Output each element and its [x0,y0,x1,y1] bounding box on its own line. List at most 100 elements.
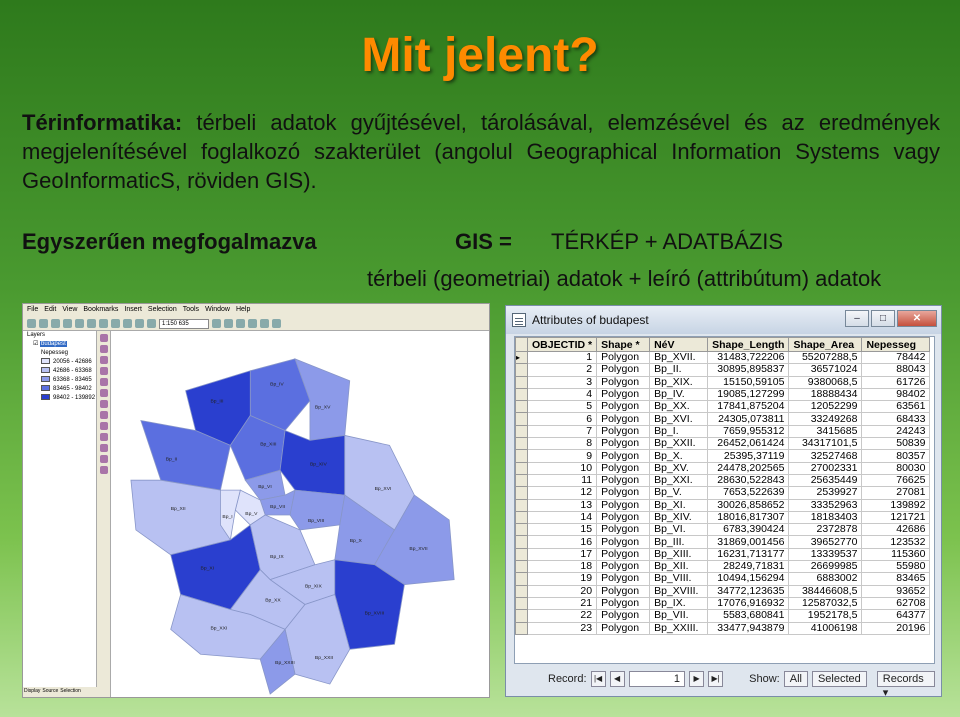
pan-icon[interactable] [99,378,108,386]
measure-icon[interactable] [99,455,108,463]
table-cell[interactable]: 19 [526,572,598,586]
table-cell[interactable]: Polygon [596,572,651,586]
table-cell[interactable]: Bp_XVI. [649,412,709,426]
row-selector[interactable]: ▸ [515,350,528,365]
row-selector[interactable] [515,424,528,439]
table-cell[interactable]: Polygon [596,461,651,475]
table-cell[interactable]: 20 [526,584,598,598]
table-cell[interactable]: 64377 [861,609,931,623]
copy-icon[interactable] [87,319,96,328]
table-row[interactable]: 22 Polygon Bp_VII. 5583,680841 1952178,5 6437… [515,609,931,623]
table-cell[interactable]: 17 [526,547,598,562]
table-cell[interactable]: 23 [526,621,598,635]
table-cell[interactable]: Polygon [596,486,651,500]
record-number-input[interactable]: 1 [628,671,686,687]
row-selector[interactable] [515,596,528,611]
table-cell[interactable]: 36571024 [788,363,863,377]
delete-icon[interactable] [111,319,120,328]
table-cell[interactable]: 10494,156294 [707,572,790,586]
table-row[interactable]: 11 Polygon Bp_XXI. 28630,522843 25635449 7662… [515,473,931,488]
table-cell[interactable]: Polygon [596,400,651,414]
row-selector[interactable] [515,510,528,525]
table-cell[interactable]: 33249268 [788,412,863,426]
save-icon[interactable] [51,319,60,328]
forward-icon[interactable] [99,411,108,419]
table-cell[interactable]: 24305,073811 [707,412,790,426]
table-cell[interactable]: 19085,127299 [707,387,790,402]
table-cell[interactable]: 16231,713177 [707,547,790,562]
table-cell[interactable]: Bp_X. [649,449,709,463]
next-record-icon[interactable]: ▶ [689,671,705,687]
table-cell[interactable]: 121721 [861,510,931,525]
table-row[interactable]: 2 Polygon Bp_II. 30895,895837 36571024 88043 [515,363,931,377]
table-cell[interactable]: 1 [526,350,598,365]
table-cell[interactable]: Polygon [596,363,651,377]
print-icon[interactable] [63,319,72,328]
table-cell[interactable]: Bp_XX. [649,400,709,414]
table-cell[interactable]: 6 [526,412,598,426]
table-cell[interactable]: Bp_IX. [649,596,709,611]
table-cell[interactable]: 11 [526,473,598,488]
table-cell[interactable]: 12587032,5 [788,596,863,611]
table-row[interactable]: 3 Polygon Bp_XIX. 15150,59105 9380068,5 61726 [515,375,931,389]
tab-selection[interactable]: Selection [60,688,81,696]
table-cell[interactable]: 27081 [861,486,931,500]
table-cell[interactable]: 42686 [861,523,931,537]
table-cell[interactable]: 13 [526,498,598,512]
table-cell[interactable]: 2539927 [788,486,863,500]
table-cell[interactable]: Polygon [596,449,651,463]
row-selector[interactable] [515,547,528,562]
fixed-zoom-out-icon[interactable] [99,367,108,375]
col-shape-length[interactable]: Shape_Length [707,337,790,352]
table-cell[interactable]: Bp_XXIII. [649,621,709,635]
table-cell[interactable]: Polygon [596,412,651,426]
table-cell[interactable]: 33352963 [788,498,863,512]
table-cell[interactable]: 28249,71831 [707,560,790,574]
toc-layers[interactable]: Layers [23,331,96,340]
menu-bookmarks[interactable]: Bookmarks [83,306,118,315]
table-cell[interactable]: Polygon [596,375,651,389]
table-cell[interactable]: Polygon [596,350,651,365]
table-cell[interactable]: 22 [526,609,598,623]
prev-record-icon[interactable]: ◀ [609,671,625,687]
table-cell[interactable]: 18016,817307 [707,510,790,525]
table-cell[interactable]: 24243 [861,424,931,439]
table-cell[interactable]: 15 [526,523,598,537]
table-cell[interactable]: Bp_XI. [649,498,709,512]
table-cell[interactable]: 30895,895837 [707,363,790,377]
table-cell[interactable]: Polygon [596,596,651,611]
table-cell[interactable]: Bp_VI. [649,523,709,537]
menu-insert[interactable]: Insert [124,306,142,315]
table-cell[interactable]: 34317101,5 [788,437,863,451]
table-cell[interactable]: Bp_XIV. [649,510,709,525]
table-cell[interactable]: 2372878 [788,523,863,537]
table-cell[interactable]: Bp_VII. [649,609,709,623]
table-cell[interactable]: Polygon [596,621,651,635]
map-view[interactable]: Bp_IV Bp_III Bp_XV Bp_II Bp_XIII Bp_XIV Bp_XVI… [111,331,489,697]
table-row[interactable]: 9 Polygon Bp_X. 25395,37119 32527468 80357 [515,449,931,463]
menu-file[interactable]: File [27,306,38,315]
table-row[interactable]: 13 Polygon Bp_XI. 30026,858652 33352963 13989… [515,498,931,512]
table-cell[interactable]: Bp_IV. [649,387,709,402]
table-row[interactable]: 19 Polygon Bp_VIII. 10494,156294 6883002 8346… [515,572,931,586]
table-cell[interactable]: 30026,858652 [707,498,790,512]
table-row[interactable]: 14 Polygon Bp_XIV. 18016,817307 18183403 1217… [515,510,931,525]
row-selector[interactable] [515,449,528,463]
table-cell[interactable]: 5 [526,400,598,414]
table-cell[interactable]: 93652 [861,584,931,598]
table-cell[interactable]: 3 [526,375,598,389]
table-row[interactable]: 17 Polygon Bp_XIII. 16231,713177 13339537 115… [515,547,931,562]
table-cell[interactable]: Bp_XIX. [649,375,709,389]
model-builder-icon[interactable] [260,319,269,328]
table-row[interactable]: ▸ 1 Polygon Bp_XVII. 31483,722206 55207288,5 7… [515,350,931,365]
table-cell[interactable]: 14 [526,510,598,525]
table-row[interactable]: 18 Polygon Bp_XII. 28249,71831 26699985 55980 [515,560,931,574]
tab-source[interactable]: Source [42,688,58,696]
menu-tools[interactable]: Tools [183,306,199,315]
first-record-icon[interactable]: |◀ [590,671,606,687]
table-cell[interactable]: 9380068,5 [788,375,863,389]
table-cell[interactable]: 31483,722206 [707,350,790,365]
table-cell[interactable]: 123532 [861,535,931,549]
table-cell[interactable]: 1952178,5 [788,609,863,623]
table-cell[interactable]: Polygon [596,523,651,537]
